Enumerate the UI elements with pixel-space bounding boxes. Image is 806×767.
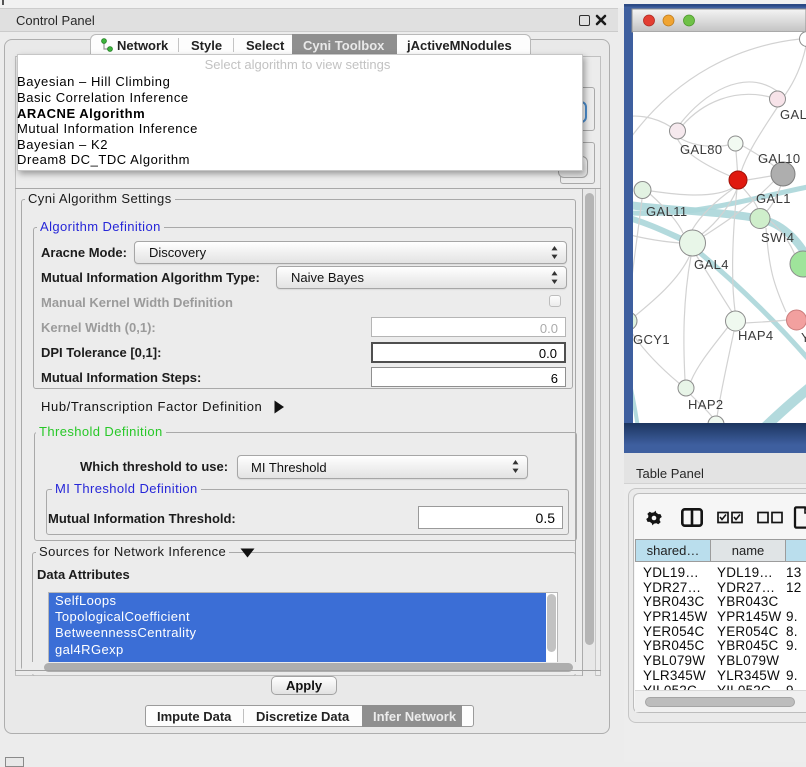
svg-text:GAL80: GAL80 [680,142,722,157]
svg-text:GAL: GAL [780,107,806,122]
svg-text:HAP2: HAP2 [688,397,724,412]
svg-text:HAP4: HAP4 [738,328,774,343]
svg-text:GAL1: GAL1 [756,191,791,206]
svg-text:GAL11: GAL11 [646,204,688,219]
svg-text:GAL10: GAL10 [758,151,800,166]
svg-text:Y: Y [801,330,806,345]
svg-text:GCY1: GCY1 [633,332,670,347]
svg-text:SWI4: SWI4 [761,230,794,245]
svg-text:GAL4: GAL4 [694,257,729,272]
